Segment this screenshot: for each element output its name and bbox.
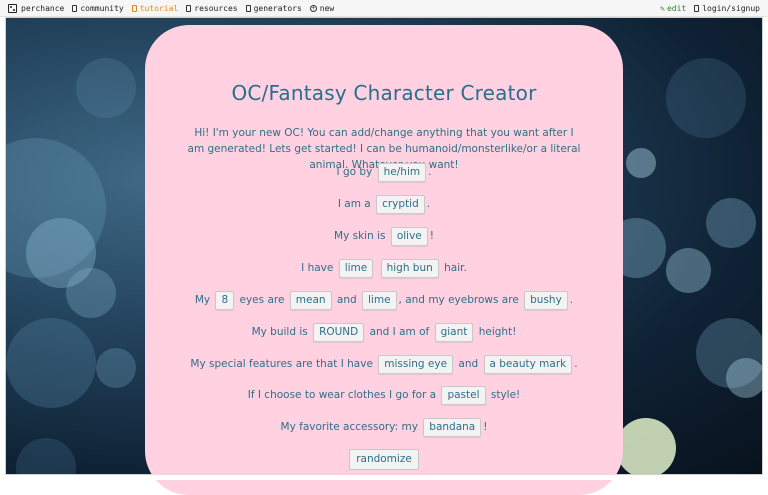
eye-color-value[interactable]: lime: [362, 291, 397, 310]
accessory-suffix: !: [483, 421, 488, 433]
nav-tutorial[interactable]: tutorial: [131, 3, 179, 13]
hair-prefix: I have: [301, 262, 334, 274]
bokeh-light: [626, 148, 656, 178]
bokeh-light: [666, 248, 711, 293]
nav-right: ✎ edit login/signup: [660, 4, 768, 13]
clothes-suffix: style!: [490, 389, 521, 401]
bokeh-light: [66, 268, 116, 318]
pencil-icon: ✎: [660, 3, 665, 13]
nav-new[interactable]: + new: [309, 3, 335, 13]
bokeh-light: [76, 58, 136, 118]
species-line: I am a cryptid.: [145, 195, 623, 214]
bokeh-light: [6, 318, 96, 408]
feature2-value[interactable]: a beauty mark: [483, 355, 573, 374]
nav-edit-label: edit: [666, 3, 687, 13]
page-title: OC/Fantasy Character Creator: [231, 81, 537, 105]
eyes-and: and: [336, 294, 357, 306]
bokeh-light: [726, 358, 762, 398]
generator-card: OC/Fantasy Character Creator Hi! I'm you…: [145, 25, 623, 495]
top-nav-bar: perchance community tutorial resources g…: [0, 0, 768, 17]
nav-edit[interactable]: ✎ edit: [660, 4, 686, 13]
skin-suffix: !: [429, 230, 434, 242]
nav-tutorial-label: tutorial: [139, 3, 179, 13]
pronouns-value[interactable]: he/him: [377, 163, 427, 182]
skin-prefix: My skin is: [334, 230, 386, 242]
nav-new-label: new: [319, 3, 335, 13]
build-mid: and I am of: [369, 326, 430, 338]
nav-generators[interactable]: generators: [245, 3, 302, 13]
species-value[interactable]: cryptid: [376, 195, 425, 214]
eyes-line: My 8 eyes are mean and lime, and my eyeb…: [145, 291, 623, 310]
folder-icon: [186, 4, 192, 12]
build-line: My build is ROUND and I am of giant heig…: [145, 323, 623, 342]
accessory-line: My favorite accessory: my bandana!: [145, 418, 623, 437]
bokeh-light: [666, 58, 746, 138]
accessory-prefix: My favorite accessory: my: [280, 421, 418, 433]
randomize-row: randomize: [145, 449, 623, 470]
eye-type-value[interactable]: mean: [289, 291, 332, 310]
clothes-line: If I choose to wear clothes I go for a p…: [145, 386, 623, 405]
bokeh-light: [96, 348, 136, 388]
chat-icon: [72, 4, 78, 12]
user-icon: [694, 4, 700, 12]
skin-value[interactable]: olive: [390, 227, 428, 246]
nav-left: perchance community tutorial resources g…: [0, 3, 335, 13]
build-suffix: height!: [478, 326, 517, 338]
features-suffix: .: [574, 358, 578, 370]
eyes-suffix: .: [569, 294, 574, 306]
species-suffix: .: [426, 198, 431, 210]
accessory-value[interactable]: bandana: [423, 418, 482, 437]
eyebrows-value[interactable]: bushy: [524, 291, 568, 310]
hair-line: I have lime high bun hair.: [145, 259, 623, 278]
hair-suffix: hair.: [444, 262, 467, 274]
nav-perchance[interactable]: perchance: [8, 3, 65, 13]
pronouns-prefix: I go by: [336, 166, 373, 178]
bottom-edge: [0, 475, 768, 480]
randomize-button[interactable]: randomize: [349, 449, 419, 470]
plus-icon: +: [309, 4, 317, 12]
pronouns-line: I go by he/him.: [145, 163, 623, 182]
features-line: My special features are that I have miss…: [145, 355, 623, 374]
hair-style-value[interactable]: high bun: [380, 259, 439, 278]
eyes-prefix: My: [194, 294, 211, 306]
nav-perchance-label: perchance: [21, 3, 65, 13]
bokeh-light: [16, 438, 76, 474]
dice-icon: [8, 3, 17, 13]
nav-resources[interactable]: resources: [186, 3, 238, 13]
build-value[interactable]: ROUND: [313, 323, 365, 342]
eyes-mid1: eyes are: [239, 294, 285, 306]
clothes-prefix: If I choose to wear clothes I go for a: [247, 389, 437, 401]
bokeh-light: [706, 198, 756, 248]
nav-community-label: community: [80, 3, 124, 13]
height-value[interactable]: giant: [434, 323, 474, 342]
pronouns-suffix: .: [428, 166, 432, 178]
bokeh-light: [616, 418, 676, 474]
nav-login[interactable]: login/signup: [694, 4, 760, 13]
hair-color-value[interactable]: lime: [338, 259, 374, 278]
book-icon: [131, 4, 137, 12]
nav-login-label: login/signup: [702, 3, 760, 13]
species-prefix: I am a: [337, 198, 371, 210]
eye-count-value[interactable]: 8: [215, 291, 235, 310]
grid-icon: [245, 4, 251, 12]
skin-line: My skin is olive!: [145, 227, 623, 246]
eyes-mid2: , and my eyebrows are: [398, 294, 519, 306]
nav-resources-label: resources: [194, 3, 238, 13]
features-and: and: [458, 358, 479, 370]
clothes-value[interactable]: pastel: [441, 386, 486, 405]
nav-generators-label: generators: [253, 3, 302, 13]
build-prefix: My build is: [251, 326, 308, 338]
nav-community[interactable]: community: [72, 3, 124, 13]
feature1-value[interactable]: missing eye: [378, 355, 454, 374]
features-prefix: My special features are that I have: [190, 358, 373, 370]
